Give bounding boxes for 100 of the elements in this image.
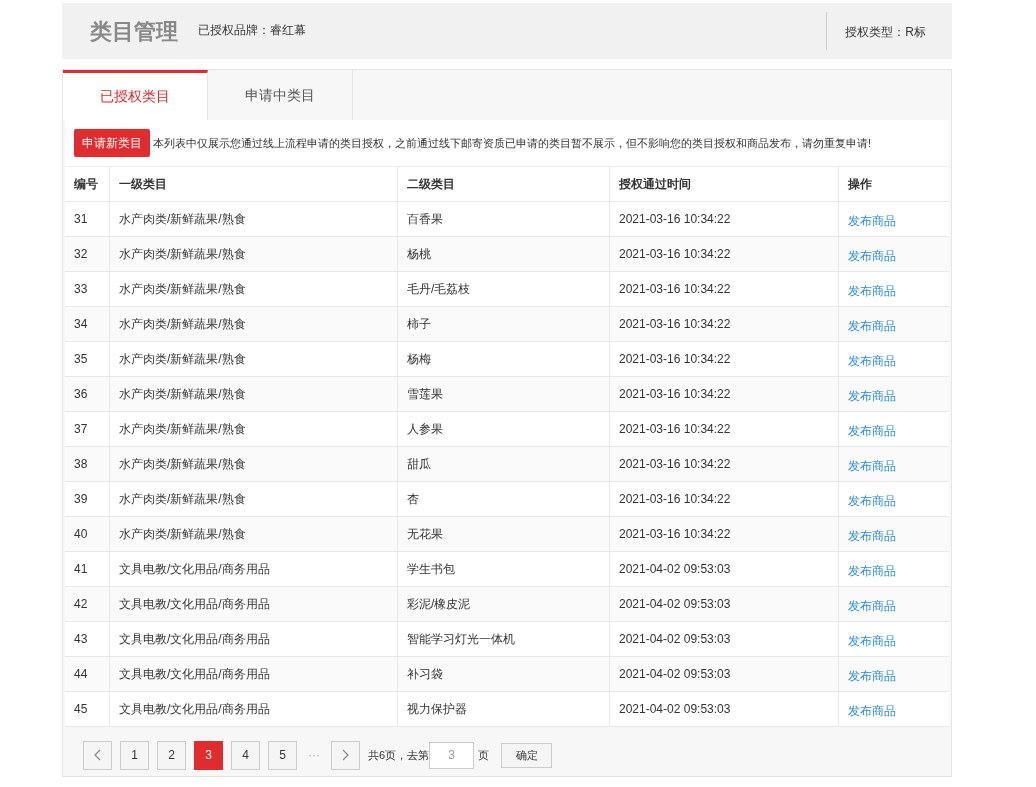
publish-link[interactable]: 发布商品 [848, 247, 896, 265]
table-cell-text: 文具电教/文化用品/商务用品 [119, 631, 270, 648]
page-button[interactable]: 5 [268, 740, 297, 770]
column-header: 编号 [74, 176, 98, 193]
table-cell-text: 水产肉类/新鲜蔬果/熟食 [119, 456, 246, 473]
table-cell-text: 文具电教/文化用品/商务用品 [119, 596, 270, 613]
table-cell-text: 文具电教/文化用品/商务用品 [119, 666, 270, 683]
column-header: 一级类目 [119, 176, 167, 193]
table-cell-text: 35 [74, 351, 88, 368]
table-cell-text: 水产肉类/新鲜蔬果/熟食 [119, 316, 246, 333]
table-cell-text: 2021-03-16 10:34:22 [619, 211, 731, 228]
publish-link[interactable]: 发布商品 [848, 667, 896, 685]
page-suffix: 页 [478, 747, 490, 763]
table-cell-text: 37 [74, 421, 88, 438]
table-cell-text: 视力保护器 [407, 701, 467, 718]
publish-link[interactable]: 发布商品 [848, 387, 896, 405]
table-cell-text: 2021-03-16 10:34:22 [619, 526, 731, 543]
table-cell-text: 39 [74, 491, 88, 508]
table-cell-text: 44 [74, 666, 88, 683]
table-cell-text: 36 [74, 386, 88, 403]
table-cell-text: 43 [74, 631, 88, 648]
table-cell-text: 2021-03-16 10:34:22 [619, 456, 731, 473]
table-cell-text: 2021-04-02 09:53:03 [619, 631, 731, 648]
table-cell-text: 柿子 [407, 316, 431, 333]
page-button[interactable]: 4 [231, 740, 260, 770]
table-cell-text: 41 [74, 561, 88, 578]
page-button[interactable]: 1 [120, 740, 149, 770]
table-cell-text: 水产肉类/新鲜蔬果/熟食 [119, 421, 246, 438]
table-cell-text: 42 [74, 596, 88, 613]
table-cell-text: 学生书包 [407, 561, 455, 578]
table-cell-text: 34 [74, 316, 88, 333]
page-total-text: 共6页，去第 [368, 747, 430, 763]
table-cell-text: 水产肉类/新鲜蔬果/熟食 [119, 386, 246, 403]
page-title: 类目管理 [90, 18, 178, 46]
table-cell-text: 水产肉类/新鲜蔬果/熟食 [119, 491, 246, 508]
table-cell-text: 智能学习灯光一体机 [407, 631, 515, 648]
table-cell-text: 彩泥/橡皮泥 [407, 596, 471, 613]
publish-link[interactable]: 发布商品 [848, 212, 896, 230]
page-input[interactable]: 3 [429, 741, 475, 769]
table-cell-text: 水产肉类/新鲜蔬果/熟食 [119, 246, 246, 263]
publish-link[interactable]: 发布商品 [848, 562, 896, 580]
ellipsis: ··· [307, 747, 321, 764]
table-cell-text: 40 [74, 526, 88, 543]
next-page-button[interactable] [331, 740, 360, 770]
publish-link[interactable]: 发布商品 [848, 282, 896, 300]
table-cell-text: 32 [74, 246, 88, 263]
notice-text: 本列表中仅展示您通过线上流程申请的类目授权，之前通过线下邮寄资质已申请的类目暂不展示，但不影响您的类目授权和商品发布，请勿重复申请! [153, 135, 872, 151]
table-cell-text: 水产肉类/新鲜蔬果/熟食 [119, 281, 246, 298]
publish-link[interactable]: 发布商品 [848, 422, 896, 440]
table-cell-text: 2021-03-16 10:34:22 [619, 491, 731, 508]
publish-link[interactable]: 发布商品 [848, 597, 896, 615]
table-cell-text: 31 [74, 211, 88, 228]
table-cell-text: 无花果 [407, 526, 443, 543]
table-cell-text: 人参果 [407, 421, 443, 438]
table-cell-text: 2021-04-02 09:53:03 [619, 701, 731, 718]
table-cell-text: 水产肉类/新鲜蔬果/熟食 [119, 526, 246, 543]
table-cell-text: 2021-03-16 10:34:22 [619, 316, 731, 333]
table-cell-text: 杨桃 [407, 246, 431, 263]
table-cell-text: 文具电教/文化用品/商务用品 [119, 701, 270, 718]
table-cell-text: 补习袋 [407, 666, 443, 683]
table-cell-text: 百香果 [407, 211, 443, 228]
publish-link[interactable]: 发布商品 [848, 457, 896, 475]
page-button[interactable]: 2 [157, 740, 186, 770]
publish-link[interactable]: 发布商品 [848, 317, 896, 335]
confirm-button[interactable]: 确定 [501, 742, 553, 768]
chevron-right-icon [342, 749, 349, 761]
brand-label: 已授权品牌：睿红幕 [198, 22, 306, 39]
table-cell-text: 45 [74, 701, 88, 718]
column-header: 二级类目 [407, 176, 455, 193]
publish-link[interactable]: 发布商品 [848, 352, 896, 370]
table-cell-text: 2021-03-16 10:34:22 [619, 421, 731, 438]
column-header: 操作 [848, 176, 872, 193]
table-cell-text: 甜瓜 [407, 456, 431, 473]
prev-page-button[interactable] [83, 740, 112, 770]
apply-category-button[interactable]: 申请新类目 [74, 129, 150, 157]
table-cell-text: 文具电教/文化用品/商务用品 [119, 561, 270, 578]
table-cell-text: 杏 [407, 491, 419, 508]
table-cell-text: 2021-03-16 10:34:22 [619, 281, 731, 298]
table-cell-text: 雪莲果 [407, 386, 443, 403]
column-header: 授权通过时间 [619, 176, 691, 193]
table-cell-text: 毛丹/毛荔枝 [407, 281, 471, 298]
table-cell-text: 2021-04-02 09:53:03 [619, 561, 731, 578]
publish-link[interactable]: 发布商品 [848, 702, 896, 720]
tab[interactable]: 已授权类目 [63, 70, 208, 120]
table-cell-text: 水产肉类/新鲜蔬果/熟食 [119, 351, 246, 368]
table-cell-text: 2021-03-16 10:34:22 [619, 246, 731, 263]
chevron-left-icon [94, 749, 101, 761]
page-button[interactable]: 3 [194, 740, 223, 770]
table-cell-text: 33 [74, 281, 88, 298]
auth-type-label: 授权类型：R标 [845, 25, 926, 39]
table-cell-text: 2021-04-02 09:53:03 [619, 596, 731, 613]
publish-link[interactable]: 发布商品 [848, 632, 896, 650]
table-cell-text: 水产肉类/新鲜蔬果/熟食 [119, 211, 246, 228]
table-cell-text: 38 [74, 456, 88, 473]
table-cell-text: 2021-03-16 10:34:22 [619, 351, 731, 368]
publish-link[interactable]: 发布商品 [848, 492, 896, 510]
table-cell-text: 2021-04-02 09:53:03 [619, 666, 731, 683]
table-cell-text: 2021-03-16 10:34:22 [619, 386, 731, 403]
publish-link[interactable]: 发布商品 [848, 527, 896, 545]
table-cell-text: 杨梅 [407, 351, 431, 368]
